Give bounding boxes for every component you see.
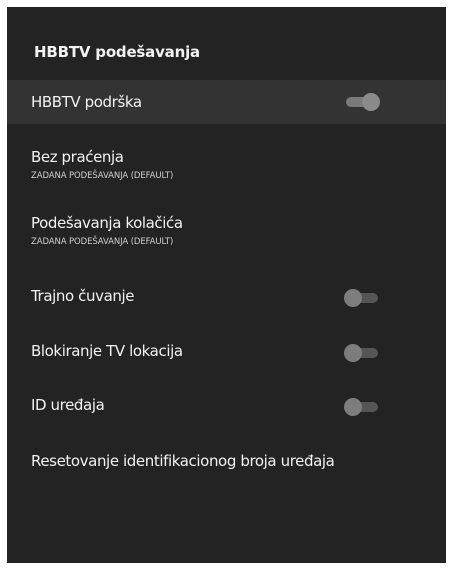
toggle-thumb — [362, 93, 380, 111]
device-id-toggle[interactable] — [344, 398, 380, 416]
settings-panel: HBBTV podešavanja HBBTV podrška Bez prać… — [7, 7, 446, 563]
setting-label: Trajno čuvanje — [31, 287, 135, 305]
setting-cookie-settings[interactable]: Podešavanja kolačića ZADANA PODEŠAVANJA … — [7, 206, 446, 256]
setting-reset-device-id[interactable]: Resetovanje identifikacionog broja uređa… — [7, 440, 446, 484]
setting-label: Podešavanja kolačića — [31, 214, 183, 232]
setting-value: ZADANA PODEŠAVANJA (DEFAULT) — [31, 171, 174, 181]
setting-label: Blokiranje TV lokacija — [31, 342, 183, 360]
setting-do-not-track[interactable]: Bez praćenja ZADANA PODEŠAVANJA (DEFAULT… — [7, 140, 446, 190]
setting-label: Resetovanje identifikacionog broja uređa… — [31, 452, 335, 470]
setting-block-tracking-sites[interactable]: Blokiranje TV lokacija — [7, 330, 446, 374]
setting-persistent-storage[interactable]: Trajno čuvanje — [7, 275, 446, 319]
panel-title: HBBTV podešavanja — [34, 43, 200, 61]
setting-label: HBBTV podrška — [31, 93, 142, 111]
block-tracking-sites-toggle[interactable] — [344, 344, 380, 362]
persistent-storage-toggle[interactable] — [344, 289, 380, 307]
hbbtv-support-toggle[interactable] — [344, 93, 380, 111]
setting-label: Bez praćenja — [31, 148, 124, 166]
setting-label: ID uređaja — [31, 396, 105, 414]
setting-value: ZADANA PODEŠAVANJA (DEFAULT) — [31, 237, 174, 247]
toggle-thumb — [344, 289, 362, 307]
toggle-thumb — [344, 398, 362, 416]
setting-device-id[interactable]: ID uređaja — [7, 384, 446, 428]
setting-hbbtv-support[interactable]: HBBTV podrška — [7, 80, 446, 124]
toggle-thumb — [344, 344, 362, 362]
